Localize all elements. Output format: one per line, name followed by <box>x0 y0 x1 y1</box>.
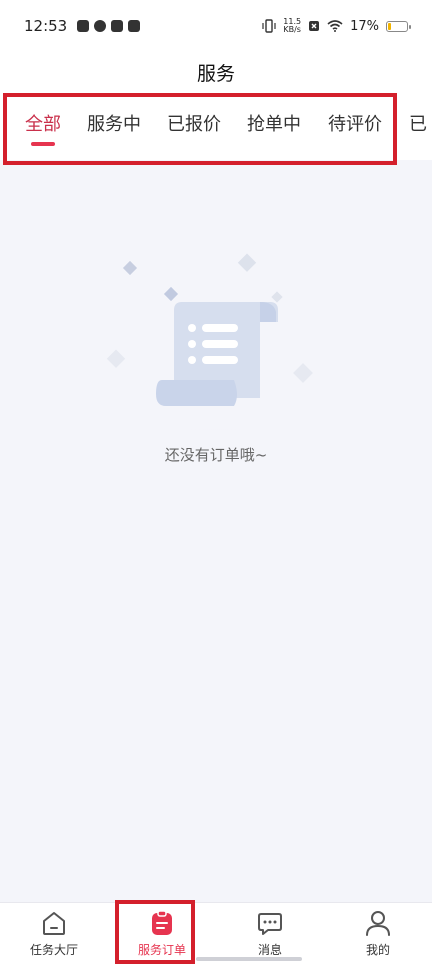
tab-to-review[interactable]: 待评价 <box>328 110 382 146</box>
tab-label: 已 <box>409 114 427 135</box>
tab-label: 已报价 <box>167 114 221 135</box>
tab-all[interactable]: 全部 <box>25 110 61 146</box>
mail-notification-icon <box>77 20 90 32</box>
tab-label: 抢单中 <box>247 114 301 135</box>
empty-orders-illustration <box>76 253 356 430</box>
nav-profile[interactable]: 我的 <box>324 903 432 964</box>
screen: 12:53 11.5 KB/s 17% 服务 全部 服务中 已报价 抢单中 待评… <box>0 0 432 964</box>
page-title: 服务 <box>196 62 235 85</box>
tab-label: 全部 <box>25 114 61 135</box>
header: 服务 <box>0 52 432 92</box>
clipboard-icon <box>152 910 172 935</box>
link-notification-icon <box>94 20 107 32</box>
battery-icon <box>386 20 411 32</box>
no-sim-icon <box>309 21 320 31</box>
wifi-icon <box>327 20 343 32</box>
tab-grabbing[interactable]: 抢单中 <box>247 110 301 146</box>
tab-label: 待评价 <box>328 114 382 135</box>
message-notification-icon <box>128 20 141 32</box>
nav-label: 任务大厅 <box>29 943 78 957</box>
active-tab-indicator <box>31 142 55 146</box>
battery-percent: 17% <box>350 18 379 34</box>
status-bar: 12:53 11.5 KB/s 17% <box>0 0 432 52</box>
tab-more[interactable]: 已 <box>409 110 427 146</box>
home-indicator[interactable] <box>196 957 302 961</box>
nav-label: 消息 <box>257 943 282 957</box>
bottom-nav: 任务大厅 服务订单 消息 我的 <box>0 902 432 964</box>
person-icon <box>366 911 390 936</box>
nav-messages[interactable]: 消息 <box>216 903 324 964</box>
tiktok-notification-icon <box>111 20 124 32</box>
net-speed: 11.5 KB/s <box>283 18 301 34</box>
empty-state-message: 还没有订单哦~ <box>164 446 268 464</box>
notification-icons <box>77 20 141 32</box>
status-right: 11.5 KB/s 17% <box>262 18 411 34</box>
tab-in-service[interactable]: 服务中 <box>87 110 141 146</box>
home-icon <box>43 912 65 935</box>
net-speed-unit: KB/s <box>283 25 301 34</box>
nav-service-orders[interactable]: 服务订单 <box>108 903 216 964</box>
nav-task-hall[interactable]: 任务大厅 <box>0 903 108 964</box>
tab-label: 服务中 <box>87 114 141 135</box>
empty-state: 还没有订单哦~ <box>0 230 432 490</box>
nav-label: 服务订单 <box>137 943 186 957</box>
tab-quoted[interactable]: 已报价 <box>167 110 221 146</box>
status-time: 12:53 <box>24 17 68 35</box>
vibrate-icon <box>262 19 276 33</box>
nav-label: 我的 <box>365 943 390 957</box>
order-status-tabs: 全部 服务中 已报价 抢单中 待评价 已 <box>0 92 432 160</box>
chat-icon <box>258 913 282 935</box>
